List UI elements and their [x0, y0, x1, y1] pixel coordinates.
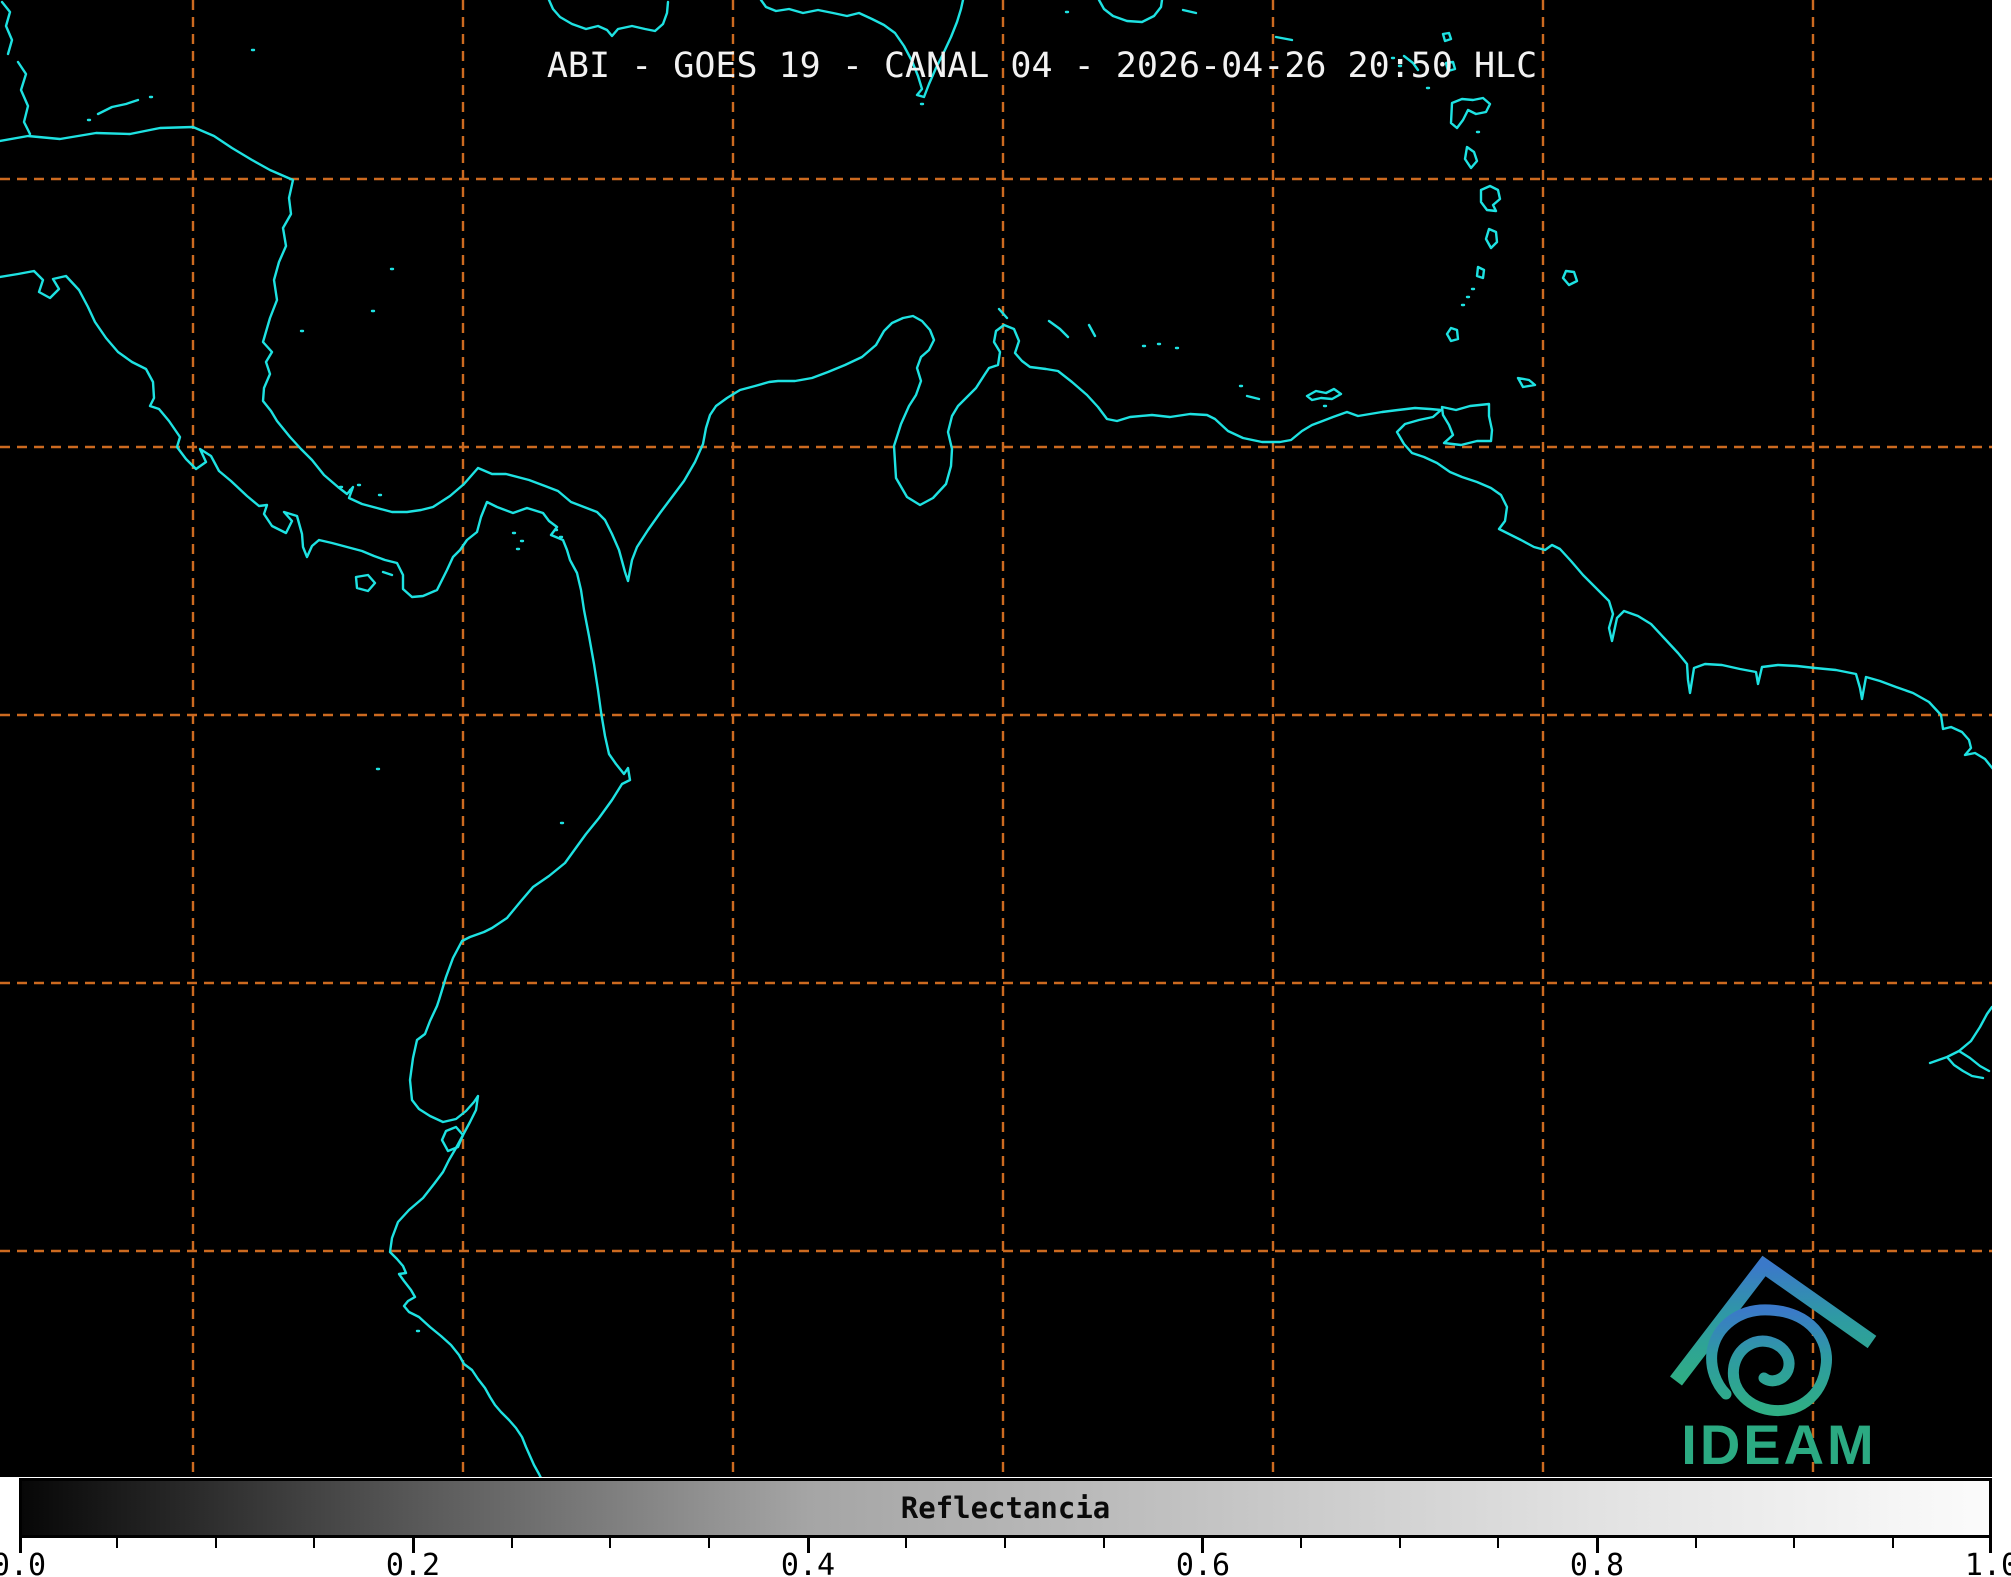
logo-cyclone-spiral-icon [1706, 1304, 1832, 1417]
ideam-logo: IDEAM [1670, 1255, 1877, 1476]
colorbar-minor-tick [905, 1538, 908, 1548]
colorbar-label: Reflectancia [900, 1491, 1111, 1525]
colorbar-ticks [19, 1538, 1992, 1554]
colorbar-minor-tick [1793, 1538, 1796, 1548]
colorbar-minor-tick [214, 1538, 217, 1548]
colorbar-minor-tick [1694, 1538, 1697, 1548]
islands [354, 31, 1579, 1153]
colorbar-tick-label: 0.0 [0, 1548, 47, 1577]
colorbar-minor-tick [313, 1538, 316, 1548]
colorbar: Reflectancia [19, 1478, 1992, 1538]
colorbar-tick-label: 0.2 [385, 1548, 441, 1577]
logo-mountain-icon [1670, 1255, 1877, 1386]
colorbar-tick-label: 0.8 [1569, 1548, 1625, 1577]
goes-satellite-product: IDEAM ABI - GOES 19 - CANAL 04 - 2026-04… [0, 0, 2011, 1577]
colorbar-tick-label: 0.6 [1175, 1548, 1231, 1577]
colorbar-tick-label: 0.4 [780, 1548, 836, 1577]
map-graphics: IDEAM [0, 0, 1992, 1477]
colorbar-minor-tick [116, 1538, 119, 1548]
colorbar-minor-tick [510, 1538, 513, 1548]
colorbar-minor-tick [1299, 1538, 1302, 1548]
graticule-grid [0, 0, 1992, 1477]
colorbar-minor-tick [1891, 1538, 1894, 1548]
coastline-fragments [0, 0, 1992, 1080]
coastline-caribbean-mainland [0, 125, 1992, 770]
colorbar-minor-tick [1004, 1538, 1006, 1548]
coastlines [0, 0, 1992, 1477]
colorbar-minor-tick [1497, 1538, 1500, 1548]
colorbar-minor-tick [1398, 1538, 1401, 1548]
coastline-pacific-mainland [0, 269, 632, 1477]
colorbar-tick-label: 1.0 [1964, 1548, 2011, 1577]
colorbar-minor-tick [609, 1538, 612, 1548]
island-dashes [96, 8, 1420, 577]
image-title: ABI - GOES 19 - CANAL 04 - 2026-04-26 20… [546, 46, 1538, 86]
colorbar-minor-tick [708, 1538, 711, 1548]
island-dots [86, 10, 1481, 1333]
logo-text: IDEAM [1681, 1413, 1876, 1476]
map-canvas: IDEAM ABI - GOES 19 - CANAL 04 - 2026-04… [0, 0, 1992, 1477]
colorbar-minor-tick [1102, 1538, 1105, 1548]
